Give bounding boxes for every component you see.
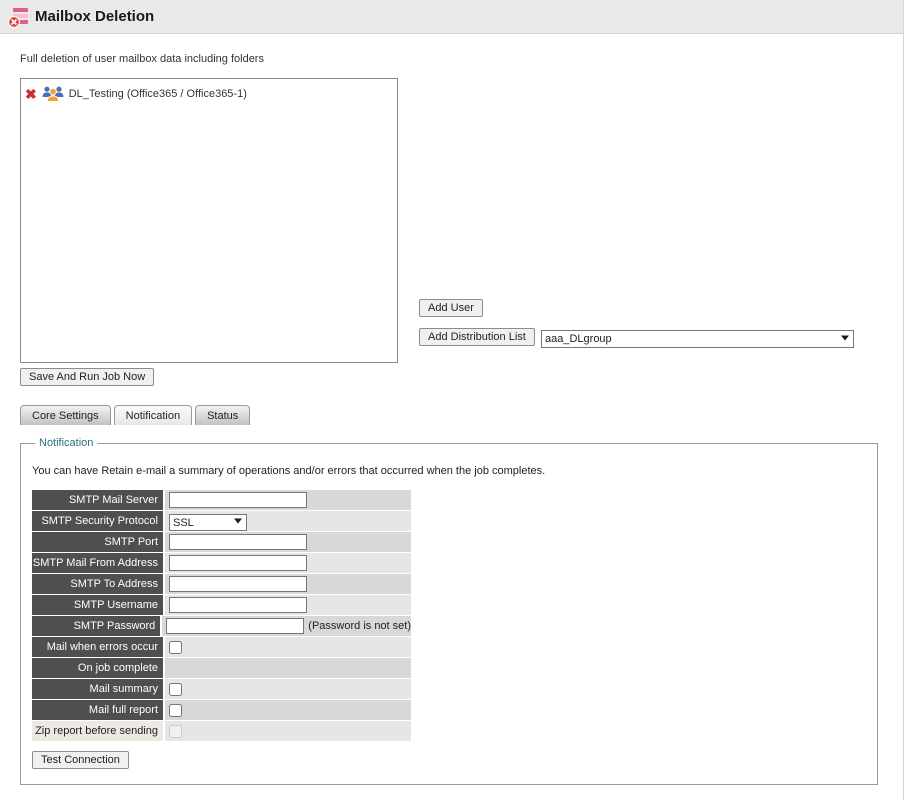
form-row: SMTP Password (Password is not set) bbox=[32, 616, 411, 636]
smtp-security-protocol-select-wrap: SSL bbox=[169, 513, 247, 530]
save-and-run-job-button[interactable]: Save And Run Job Now bbox=[20, 368, 154, 386]
form-row: SMTP Port bbox=[32, 532, 411, 552]
page-description: Full deletion of user mailbox data inclu… bbox=[20, 53, 264, 65]
distribution-list-select[interactable]: aaa_DLgroup bbox=[541, 330, 854, 348]
smtp-port-input[interactable] bbox=[169, 534, 307, 550]
password-not-set-note: (Password is not set) bbox=[308, 620, 411, 632]
form-row: Zip report before sending bbox=[32, 721, 411, 741]
tab-status[interactable]: Status bbox=[195, 405, 250, 425]
smtp-port-label: SMTP Port bbox=[32, 532, 163, 552]
on-job-complete-label: On job complete bbox=[32, 658, 163, 678]
notification-panel-legend: Notification bbox=[35, 437, 97, 449]
remove-member-icon[interactable]: ✖ bbox=[25, 87, 37, 101]
smtp-security-protocol-select[interactable]: SSL bbox=[169, 514, 247, 531]
form-row: SMTP Mail Server bbox=[32, 490, 411, 510]
form-row: Mail full report bbox=[32, 700, 411, 720]
page-title: Mailbox Deletion bbox=[35, 8, 154, 25]
tab-notification[interactable]: Notification bbox=[114, 405, 192, 425]
smtp-mail-from-label: SMTP Mail From Address bbox=[32, 553, 163, 573]
smtp-to-address-input[interactable] bbox=[169, 576, 307, 592]
distribution-list-select-wrap: aaa_DLgroup bbox=[541, 329, 854, 347]
zip-report-label: Zip report before sending bbox=[32, 721, 163, 741]
form-row: SMTP Username bbox=[32, 595, 411, 615]
mail-full-report-checkbox[interactable] bbox=[169, 704, 182, 717]
mail-when-errors-checkbox[interactable] bbox=[169, 641, 182, 654]
on-job-complete-spacer bbox=[165, 658, 411, 678]
titlebar: Mailbox Deletion bbox=[0, 0, 903, 34]
smtp-username-label: SMTP Username bbox=[32, 595, 163, 615]
form-row: Mail summary bbox=[32, 679, 411, 699]
smtp-security-protocol-label: SMTP Security Protocol bbox=[32, 511, 163, 531]
tab-core-settings[interactable]: Core Settings bbox=[20, 405, 111, 425]
mailbox-deletion-page: Mailbox Deletion Full deletion of user m… bbox=[0, 0, 904, 800]
smtp-mail-server-input[interactable] bbox=[169, 492, 307, 508]
tab-bar: Core Settings Notification Status bbox=[20, 405, 250, 425]
mail-summary-checkbox[interactable] bbox=[169, 683, 182, 696]
add-user-button[interactable]: Add User bbox=[419, 299, 483, 317]
mail-summary-label: Mail summary bbox=[32, 679, 163, 699]
add-distribution-list-button[interactable]: Add Distribution List bbox=[419, 328, 535, 346]
test-connection-button[interactable]: Test Connection bbox=[32, 751, 129, 769]
member-label: DL_Testing (Office365 / Office365-1) bbox=[69, 88, 247, 100]
distribution-list-group-icon bbox=[41, 85, 65, 102]
smtp-username-input[interactable] bbox=[169, 597, 307, 613]
notification-panel: Notification You can have Retain e-mail … bbox=[20, 437, 878, 785]
smtp-mail-from-input[interactable] bbox=[169, 555, 307, 571]
smtp-settings-form: SMTP Mail Server SMTP Security Protocol … bbox=[32, 490, 411, 741]
form-row: Mail when errors occur bbox=[32, 637, 411, 657]
member-listbox[interactable]: ✖ DL_Testing (Office365 / Office365-1) bbox=[20, 78, 398, 363]
smtp-mail-server-label: SMTP Mail Server bbox=[32, 490, 163, 510]
zip-report-checkbox bbox=[169, 725, 182, 738]
form-row: On job complete bbox=[32, 658, 411, 678]
mail-when-errors-label: Mail when errors occur bbox=[32, 637, 163, 657]
smtp-password-label: SMTP Password bbox=[32, 616, 160, 636]
member-list-item[interactable]: ✖ DL_Testing (Office365 / Office365-1) bbox=[25, 85, 393, 102]
form-row: SMTP To Address bbox=[32, 574, 411, 594]
form-row: SMTP Security Protocol SSL bbox=[32, 511, 411, 531]
layers-with-red-x-icon bbox=[7, 5, 31, 29]
smtp-to-address-label: SMTP To Address bbox=[32, 574, 163, 594]
mail-full-report-label: Mail full report bbox=[32, 700, 163, 720]
form-row: SMTP Mail From Address bbox=[32, 553, 411, 573]
smtp-password-input[interactable] bbox=[166, 618, 304, 634]
notification-intro-text: You can have Retain e-mail a summary of … bbox=[32, 465, 877, 477]
